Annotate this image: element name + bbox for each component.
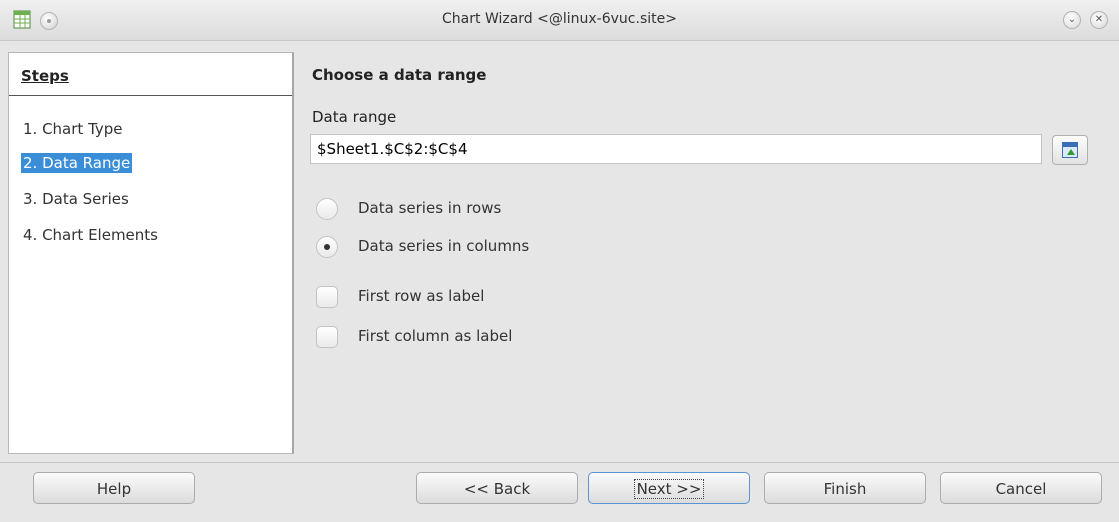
main-panel: Choose a data range Data range Data seri… <box>300 52 1110 452</box>
step-data-range[interactable]: 2. Data Range <box>21 153 133 173</box>
step-data-series[interactable]: 3. Data Series <box>21 189 131 209</box>
minimize-icon[interactable]: ⌄ <box>1063 11 1081 29</box>
window-title: Chart Wizard <@linux-6vuc.site> <box>442 11 677 27</box>
finish-button[interactable]: Finish <box>764 472 926 504</box>
help-button[interactable]: Help <box>33 472 195 504</box>
option-first-row-label-text: First row as label <box>358 287 485 305</box>
close-icon[interactable]: ✕ <box>1090 11 1108 29</box>
page-title: Choose a data range <box>312 66 487 84</box>
step-chart-type[interactable]: 1. Chart Type <box>21 119 125 139</box>
option-series-columns-label: Data series in columns <box>358 237 530 255</box>
steps-divider <box>9 95 292 96</box>
option-series-rows-label: Data series in rows <box>358 199 502 217</box>
radio-series-columns[interactable] <box>316 236 338 258</box>
steps-panel: Steps 1. Chart Type 2. Data Range 3. Dat… <box>8 52 294 454</box>
radio-series-rows[interactable] <box>316 198 338 220</box>
steps-header: Steps <box>21 67 69 85</box>
back-button[interactable]: << Back <box>416 472 578 504</box>
select-range-button[interactable] <box>1052 135 1088 165</box>
next-button-label: Next >> <box>633 479 705 499</box>
step-chart-elements[interactable]: 4. Chart Elements <box>21 225 160 245</box>
data-range-input[interactable] <box>310 134 1042 164</box>
checkbox-first-row-label[interactable] <box>316 286 338 308</box>
button-bar-divider <box>0 462 1119 463</box>
checkbox-first-column-label[interactable] <box>316 326 338 348</box>
window-titlebar: Chart Wizard <@linux-6vuc.site> ⌄ ✕ <box>0 0 1119 41</box>
next-button[interactable]: Next >> <box>588 472 750 504</box>
select-range-icon <box>1062 142 1078 158</box>
option-first-column-label-text: First column as label <box>358 327 513 345</box>
cancel-button[interactable]: Cancel <box>940 472 1102 504</box>
data-range-label: Data range <box>312 108 397 126</box>
